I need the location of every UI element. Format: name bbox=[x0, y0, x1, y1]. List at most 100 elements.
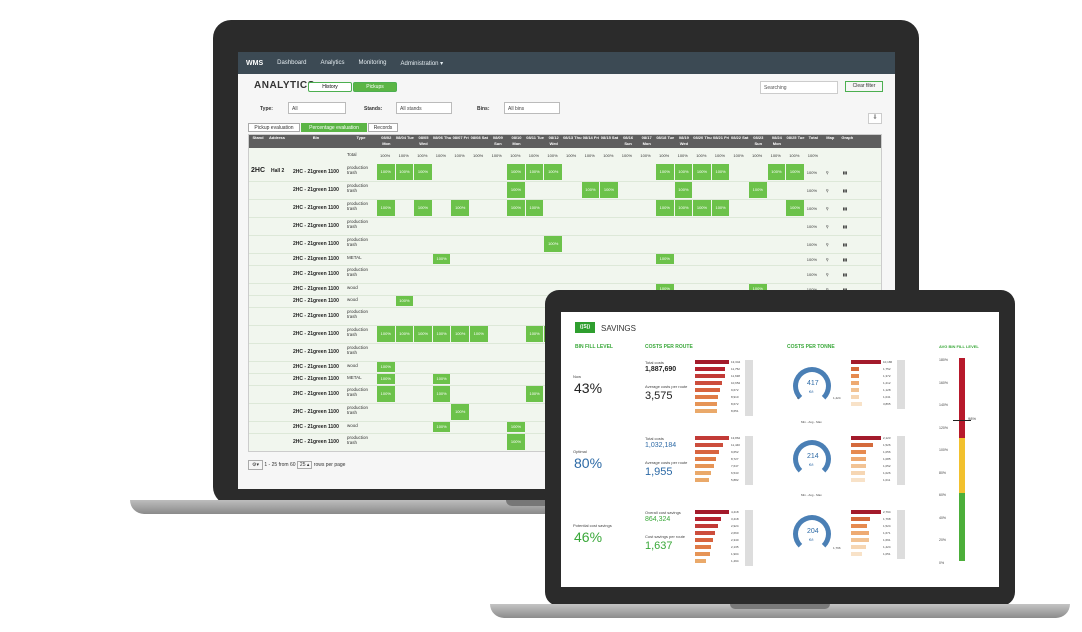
history-toggle[interactable]: History bbox=[308, 82, 352, 92]
percent-cell[interactable]: 100% bbox=[377, 362, 395, 372]
percent-cell[interactable]: 100% bbox=[432, 254, 451, 264]
download-icon[interactable]: ⇩ bbox=[868, 113, 882, 124]
percent-cell[interactable]: 100% bbox=[674, 200, 693, 216]
percent-cell[interactable]: 100% bbox=[507, 422, 525, 432]
col-header[interactable]: 08/23 Sun bbox=[749, 135, 768, 148]
map-pin-icon[interactable]: ⚲ bbox=[826, 170, 829, 175]
percent-cell[interactable]: 100% bbox=[377, 200, 395, 216]
percent-cell[interactable]: 100% bbox=[693, 200, 711, 216]
percent-cell[interactable]: 100% bbox=[377, 374, 395, 384]
col-header[interactable]: 08/06 Thu bbox=[433, 135, 452, 148]
percent-cell[interactable]: 100% bbox=[395, 326, 414, 342]
percent-cell[interactable]: 100% bbox=[414, 326, 432, 342]
col-header[interactable]: 08/19 Wed bbox=[675, 135, 694, 148]
percent-cell[interactable]: 100% bbox=[656, 200, 674, 216]
percent-cell[interactable]: 100% bbox=[507, 200, 525, 216]
map-pin-icon[interactable]: ⚲ bbox=[826, 272, 829, 277]
percent-cell[interactable]: 100% bbox=[414, 164, 432, 180]
graph-icon[interactable]: ▮▮ bbox=[843, 272, 847, 277]
percent-cell[interactable]: 100% bbox=[451, 200, 469, 216]
percent-cell[interactable]: 100% bbox=[507, 164, 525, 180]
percent-cell[interactable]: 100% bbox=[600, 182, 618, 198]
percent-cell[interactable]: 100% bbox=[656, 164, 674, 180]
percent-cell[interactable]: 100% bbox=[525, 164, 544, 180]
col-header[interactable]: 08/09 Sun bbox=[489, 135, 508, 148]
col-header[interactable]: 08/17 Mon bbox=[637, 135, 656, 148]
col-header[interactable]: Type bbox=[345, 135, 377, 148]
col-header[interactable]: 08/15 Sat bbox=[600, 135, 619, 148]
percent-cell[interactable]: 100% bbox=[711, 200, 730, 216]
col-header[interactable]: 08/14 Fri bbox=[582, 135, 601, 148]
pickups-toggle[interactable]: Pickups bbox=[353, 82, 397, 92]
col-header[interactable]: 08/10 Mon bbox=[507, 135, 526, 148]
col-header[interactable]: Map bbox=[822, 135, 839, 148]
nav-analytics[interactable]: Analytics bbox=[320, 60, 344, 66]
percent-cell[interactable]: 100% bbox=[525, 200, 544, 216]
percent-cell[interactable]: 100% bbox=[525, 386, 544, 402]
percent-cell[interactable]: 100% bbox=[525, 326, 544, 342]
percent-cell[interactable]: 100% bbox=[544, 236, 562, 252]
tab-pickup-evaluation[interactable]: Pickup evaluation bbox=[248, 123, 300, 132]
clear-filter-button[interactable]: Clear filter bbox=[845, 81, 883, 92]
percent-cell[interactable]: 100% bbox=[786, 200, 804, 216]
map-pin-icon[interactable]: ⚲ bbox=[826, 224, 829, 229]
graph-icon[interactable]: ▮▮ bbox=[843, 170, 847, 175]
col-header[interactable]: 08/25 Tue bbox=[786, 135, 805, 148]
percent-cell[interactable]: 100% bbox=[711, 164, 730, 180]
col-header[interactable]: 08/08 Sat bbox=[470, 135, 489, 148]
col-header[interactable]: 08/05 Wed bbox=[414, 135, 433, 148]
percent-cell[interactable]: 100% bbox=[656, 254, 674, 264]
settings-icon[interactable]: ⚙▾ bbox=[248, 460, 263, 470]
col-header[interactable]: 08/11 Tue bbox=[526, 135, 545, 148]
col-header[interactable]: 08/04 Tue bbox=[396, 135, 415, 148]
tab-records[interactable]: Records bbox=[368, 123, 398, 132]
nav-administration[interactable]: Administration ▾ bbox=[401, 60, 444, 67]
map-pin-icon[interactable]: ⚲ bbox=[826, 242, 829, 247]
percent-cell[interactable]: 100% bbox=[395, 296, 414, 306]
graph-icon[interactable]: ▮▮ bbox=[843, 257, 847, 262]
percent-cell[interactable]: 100% bbox=[377, 386, 395, 402]
percent-cell[interactable]: 100% bbox=[507, 182, 525, 198]
percent-cell[interactable]: 100% bbox=[451, 326, 469, 342]
map-pin-icon[interactable]: ⚲ bbox=[826, 188, 829, 193]
graph-icon[interactable]: ▮▮ bbox=[843, 224, 847, 229]
percent-cell[interactable]: 100% bbox=[693, 164, 711, 180]
percent-cell[interactable]: 100% bbox=[767, 164, 786, 180]
col-header[interactable]: 08/16 Sun bbox=[619, 135, 638, 148]
col-header[interactable]: Graph bbox=[839, 135, 856, 148]
percent-cell[interactable]: 100% bbox=[451, 404, 469, 420]
col-header[interactable]: 08/22 Sat bbox=[730, 135, 749, 148]
graph-icon[interactable]: ▮▮ bbox=[843, 188, 847, 193]
nav-dashboard[interactable]: Dashboard bbox=[277, 60, 306, 66]
nav-monitoring[interactable]: Monitoring bbox=[358, 60, 386, 66]
map-pin-icon[interactable]: ⚲ bbox=[826, 206, 829, 211]
bins-select[interactable]: All bins bbox=[504, 102, 560, 114]
col-header[interactable]: 08/07 Fri bbox=[451, 135, 470, 148]
col-header[interactable]: 08/20 Thu bbox=[693, 135, 712, 148]
search-input[interactable]: Searching bbox=[760, 81, 838, 94]
col-header[interactable]: 08/18 Tue bbox=[656, 135, 675, 148]
tab-percentage-evaluation[interactable]: Percentage evaluation bbox=[301, 123, 367, 132]
per-page-select[interactable]: 25 ▴ bbox=[296, 461, 313, 469]
col-header[interactable]: 08/24 Mon bbox=[768, 135, 787, 148]
percent-cell[interactable]: 100% bbox=[414, 200, 432, 216]
percent-cell[interactable]: 100% bbox=[377, 164, 395, 180]
percent-cell[interactable]: 100% bbox=[432, 374, 451, 384]
col-header[interactable]: 08/13 Thu bbox=[563, 135, 582, 148]
col-header[interactable]: 08/21 Fri bbox=[712, 135, 731, 148]
percent-cell[interactable]: 100% bbox=[674, 182, 693, 198]
stands-select[interactable]: All stands bbox=[396, 102, 452, 114]
col-header[interactable]: Bin bbox=[287, 135, 345, 148]
percent-cell[interactable]: 100% bbox=[507, 434, 525, 450]
percent-cell[interactable]: 100% bbox=[432, 386, 451, 402]
col-header[interactable]: Address bbox=[267, 135, 287, 148]
percent-cell[interactable]: 100% bbox=[786, 164, 804, 180]
type-select[interactable]: All bbox=[288, 102, 346, 114]
graph-icon[interactable]: ▮▮ bbox=[843, 242, 847, 247]
map-pin-icon[interactable]: ⚲ bbox=[826, 257, 829, 262]
percent-cell[interactable]: 100% bbox=[432, 422, 451, 432]
col-header[interactable]: 08/12 Wed bbox=[544, 135, 563, 148]
percent-cell[interactable]: 100% bbox=[544, 164, 562, 180]
graph-icon[interactable]: ▮▮ bbox=[843, 206, 847, 211]
percent-cell[interactable]: 100% bbox=[432, 326, 451, 342]
